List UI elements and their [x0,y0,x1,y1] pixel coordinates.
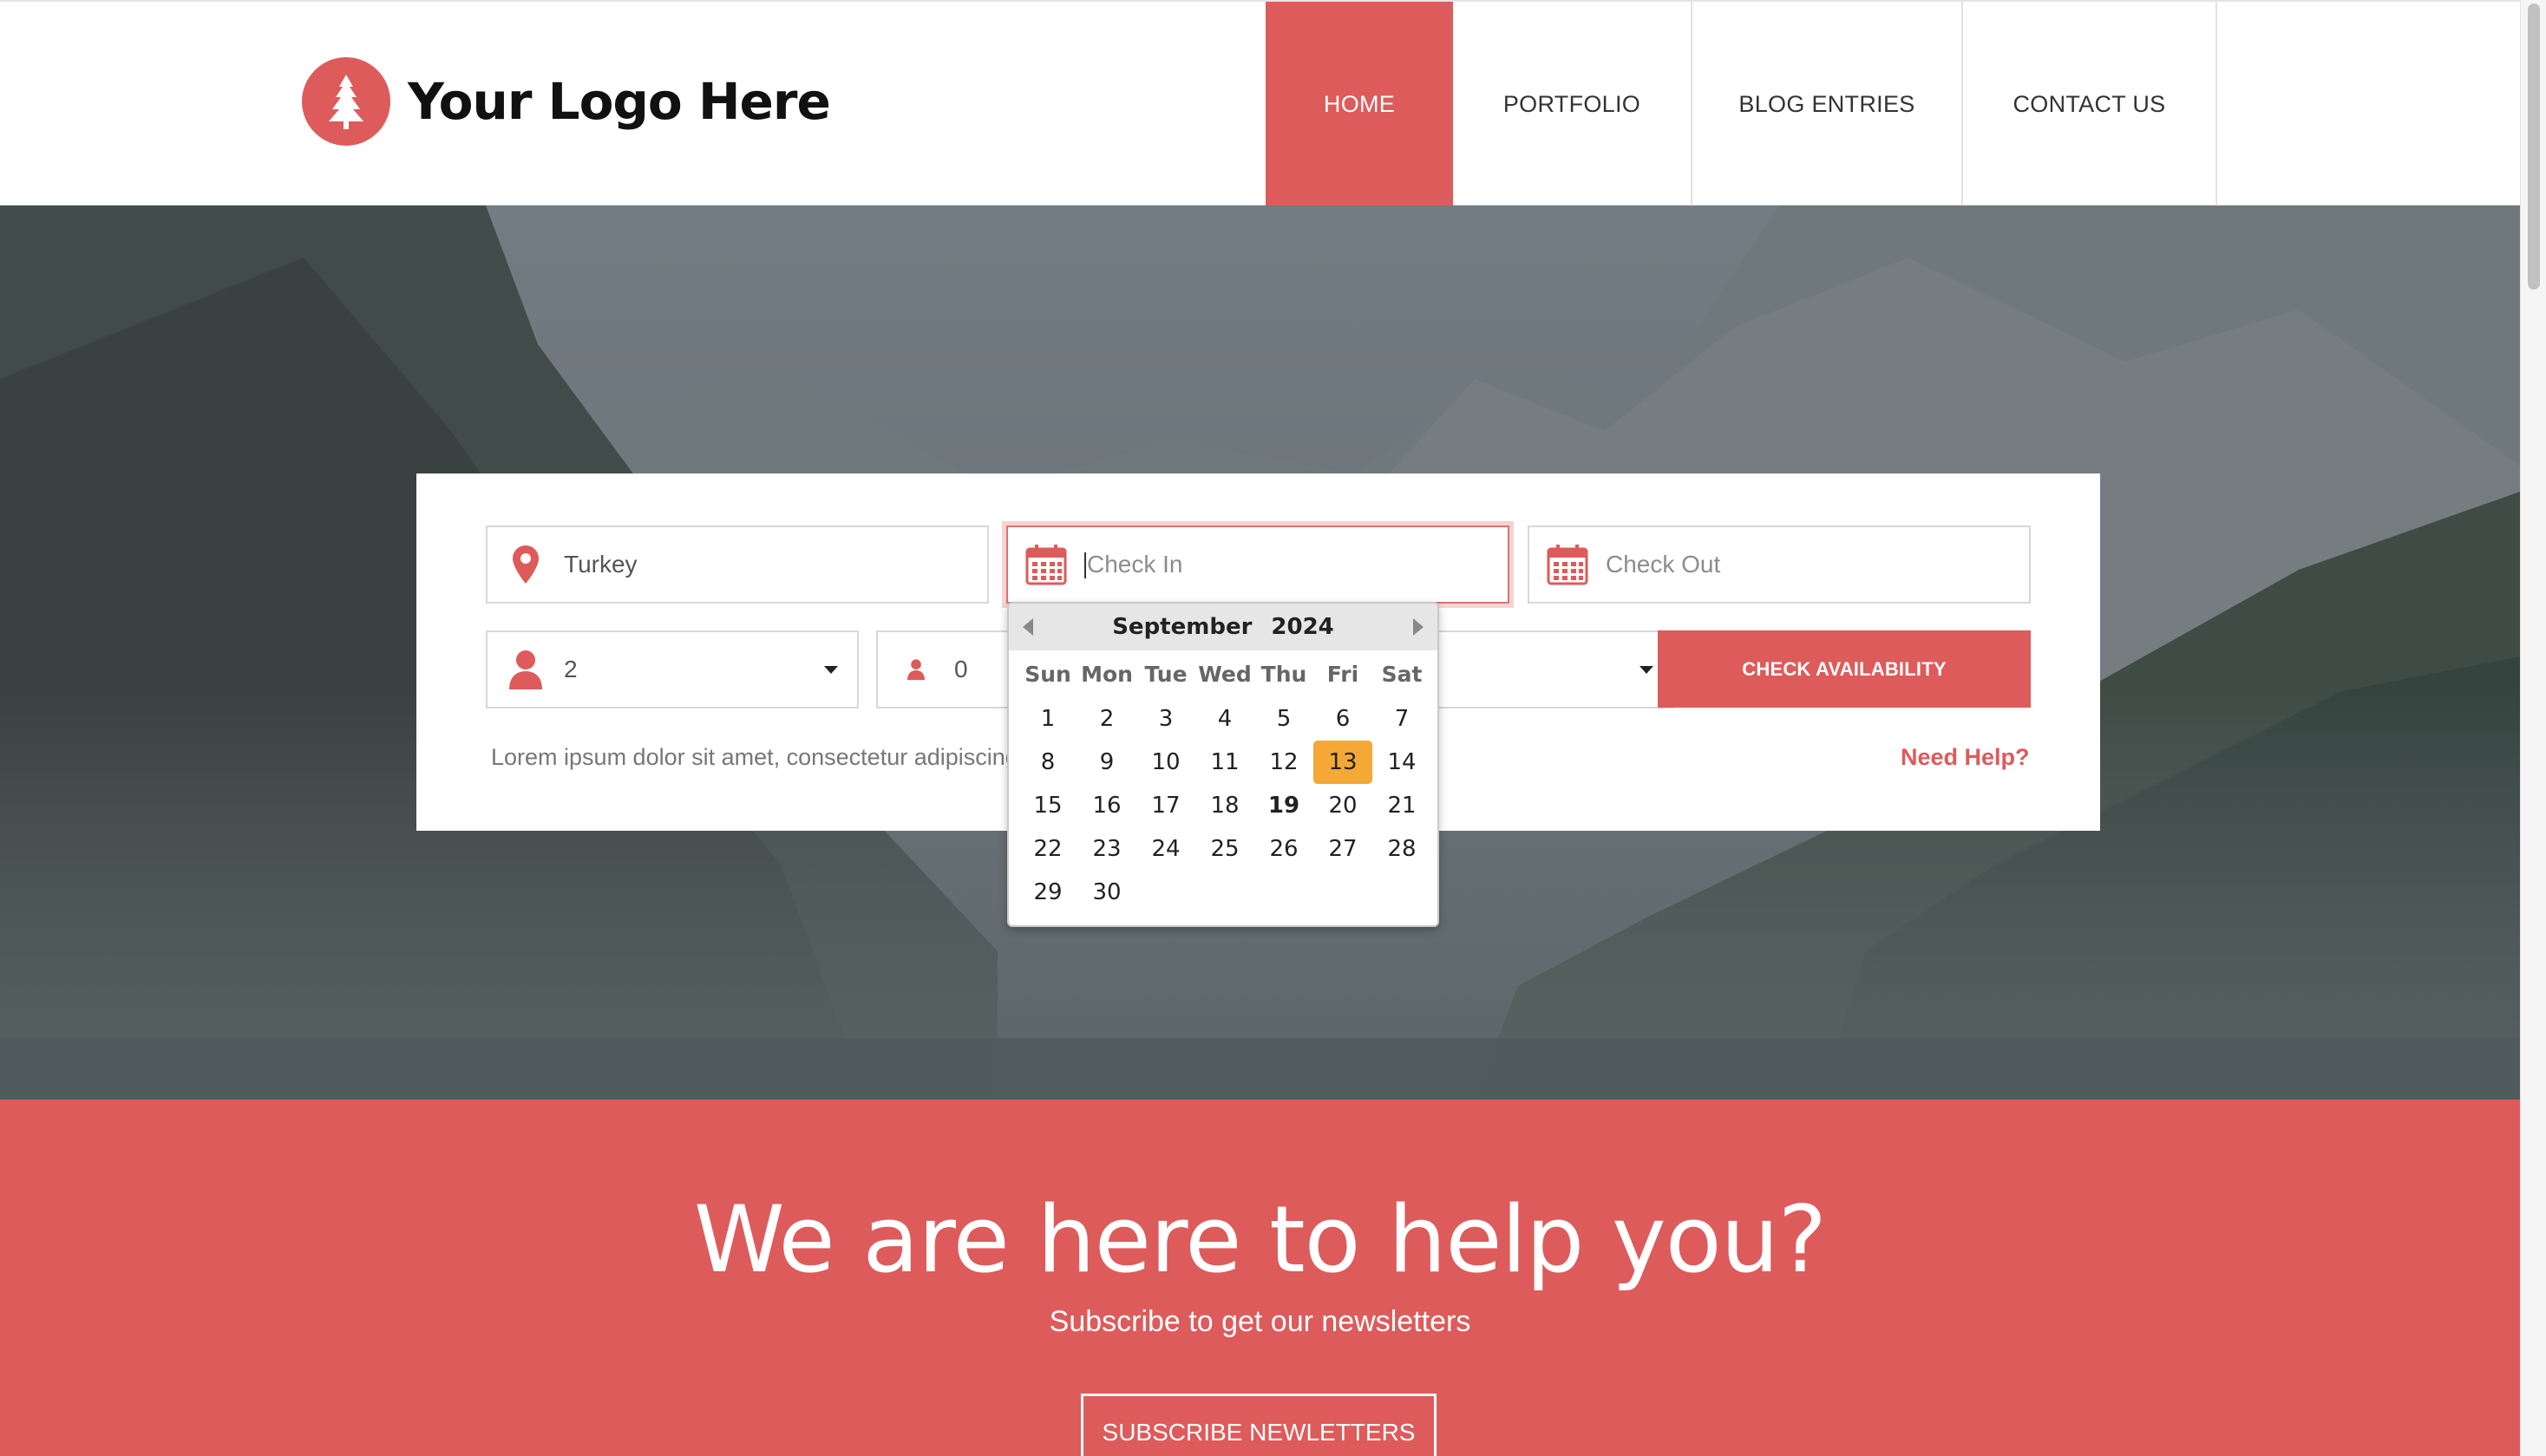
day-cell[interactable]: 29 [1018,871,1077,914]
weekday-label: Sat [1381,661,1423,687]
day-cell[interactable]: 4 [1195,697,1254,741]
day-cell[interactable]: 8 [1018,741,1077,784]
nav-home[interactable]: HOME [1266,2,1453,207]
adults-select[interactable]: 2 [486,630,859,708]
day-cell[interactable]: 1 [1018,697,1077,741]
day-cell[interactable]: 10 [1136,741,1195,784]
main-nav: HOME PORTFOLIO BLOG ENTRIES CONTACT US [1266,2,2217,207]
datepicker-header: September 2024 [1009,604,1437,650]
next-month-icon[interactable] [1412,618,1424,636]
subscribe-button[interactable]: SUBSCRIBE NEWLETTERS [1081,1394,1437,1456]
day-cell[interactable]: 12 [1254,741,1313,784]
day-cell[interactable]: 3 [1136,697,1195,741]
cta-subtitle: Subscribe to get our newsletters [1049,1305,1471,1338]
nav-contact-us[interactable]: CONTACT US [1963,2,2217,207]
booking-note: Lorem ipsum dolor sit amet, consectetur … [491,744,1055,770]
day-cell[interactable]: 22 [1018,827,1077,871]
weekday-label: Thu [1260,661,1307,687]
scrollbar-thumb[interactable] [2528,3,2540,290]
need-help-link[interactable]: Need Help? [1901,744,2030,771]
cta-title: We are here to help you? [693,1186,1827,1293]
site-header: Your Logo Here HOME PORTFOLIO BLOG ENTRI… [0,0,2520,207]
datepicker-grid: Sun Mon Tue Wed Thu Fri Sat 1 2 3 4 5 6 7 8 9 10 1… [1009,650,1437,914]
location-value: Turkey [564,551,638,578]
nav-blog-entries[interactable]: BLOG ENTRIES [1692,2,1963,207]
day-cell[interactable]: 24 [1136,827,1195,871]
logo[interactable]: Your Logo Here [302,57,831,146]
weekday-label: Wed [1198,661,1252,687]
day-cell[interactable]: 16 [1077,784,1136,827]
day-cell[interactable]: 30 [1077,871,1136,914]
day-cell[interactable]: 7 [1372,697,1431,741]
page-scrollbar[interactable] [2520,0,2546,1456]
user-icon [488,650,564,689]
adults-value: 2 [564,656,578,682]
calendar-icon [1529,544,1606,585]
day-cell[interactable]: 18 [1195,784,1254,827]
day-cell[interactable]: 20 [1313,784,1372,827]
day-cell[interactable]: 21 [1372,784,1431,827]
datepicker-title: September 2024 [1112,614,1334,640]
calendar-icon [1008,544,1084,585]
datepicker-popup: September 2024 Sun Mon Tue Wed Thu Fri S… [1007,602,1439,927]
weekday-label: Tue [1144,661,1188,687]
location-field[interactable]: Turkey [486,526,989,604]
nav-portfolio[interactable]: PORTFOLIO [1453,2,1692,207]
check-in-placeholder: Check In [1087,550,1183,578]
day-cell[interactable]: 17 [1136,784,1195,827]
prev-month-icon[interactable] [1023,618,1033,636]
weekday-label: Mon [1081,661,1133,687]
day-cell[interactable]: 6 [1313,697,1372,741]
check-out-field[interactable]: Check Out [1528,526,2031,604]
check-in-field[interactable]: Check In [1006,526,1509,604]
check-out-placeholder: Check Out [1606,551,1721,578]
day-cell[interactable]: 14 [1372,741,1431,784]
day-cell[interactable]: 25 [1195,827,1254,871]
weekday-label: Sun [1024,661,1071,687]
text-cursor [1084,552,1086,579]
chevron-down-icon [1640,665,1653,674]
day-cell[interactable]: 5 [1254,697,1313,741]
user-small-icon [878,658,954,681]
day-cell[interactable]: 15 [1018,784,1077,827]
datepicker-year: 2024 [1271,614,1334,640]
day-cell[interactable]: 11 [1195,741,1254,784]
pine-tree-icon [302,57,390,146]
check-availability-button[interactable]: CHECK AVAILABILITY [1658,630,2031,708]
selected-day-cell[interactable]: 13 [1313,741,1372,784]
day-cell[interactable]: 2 [1077,697,1136,741]
day-cell[interactable]: 9 [1077,741,1136,784]
weekday-label: Fri [1326,661,1359,687]
day-cell[interactable]: 26 [1254,827,1313,871]
location-pin-icon [488,545,564,584]
datepicker-month: September [1112,614,1253,640]
newsletter-section: We are here to help you? Subscribe to ge… [0,1100,2520,1456]
day-cell[interactable]: 28 [1372,827,1431,871]
day-cell[interactable]: 19 [1254,784,1313,827]
day-cell[interactable]: 23 [1077,827,1136,871]
day-cell[interactable]: 27 [1313,827,1372,871]
chevron-down-icon [824,665,838,674]
logo-text: Your Logo Here [408,72,831,131]
